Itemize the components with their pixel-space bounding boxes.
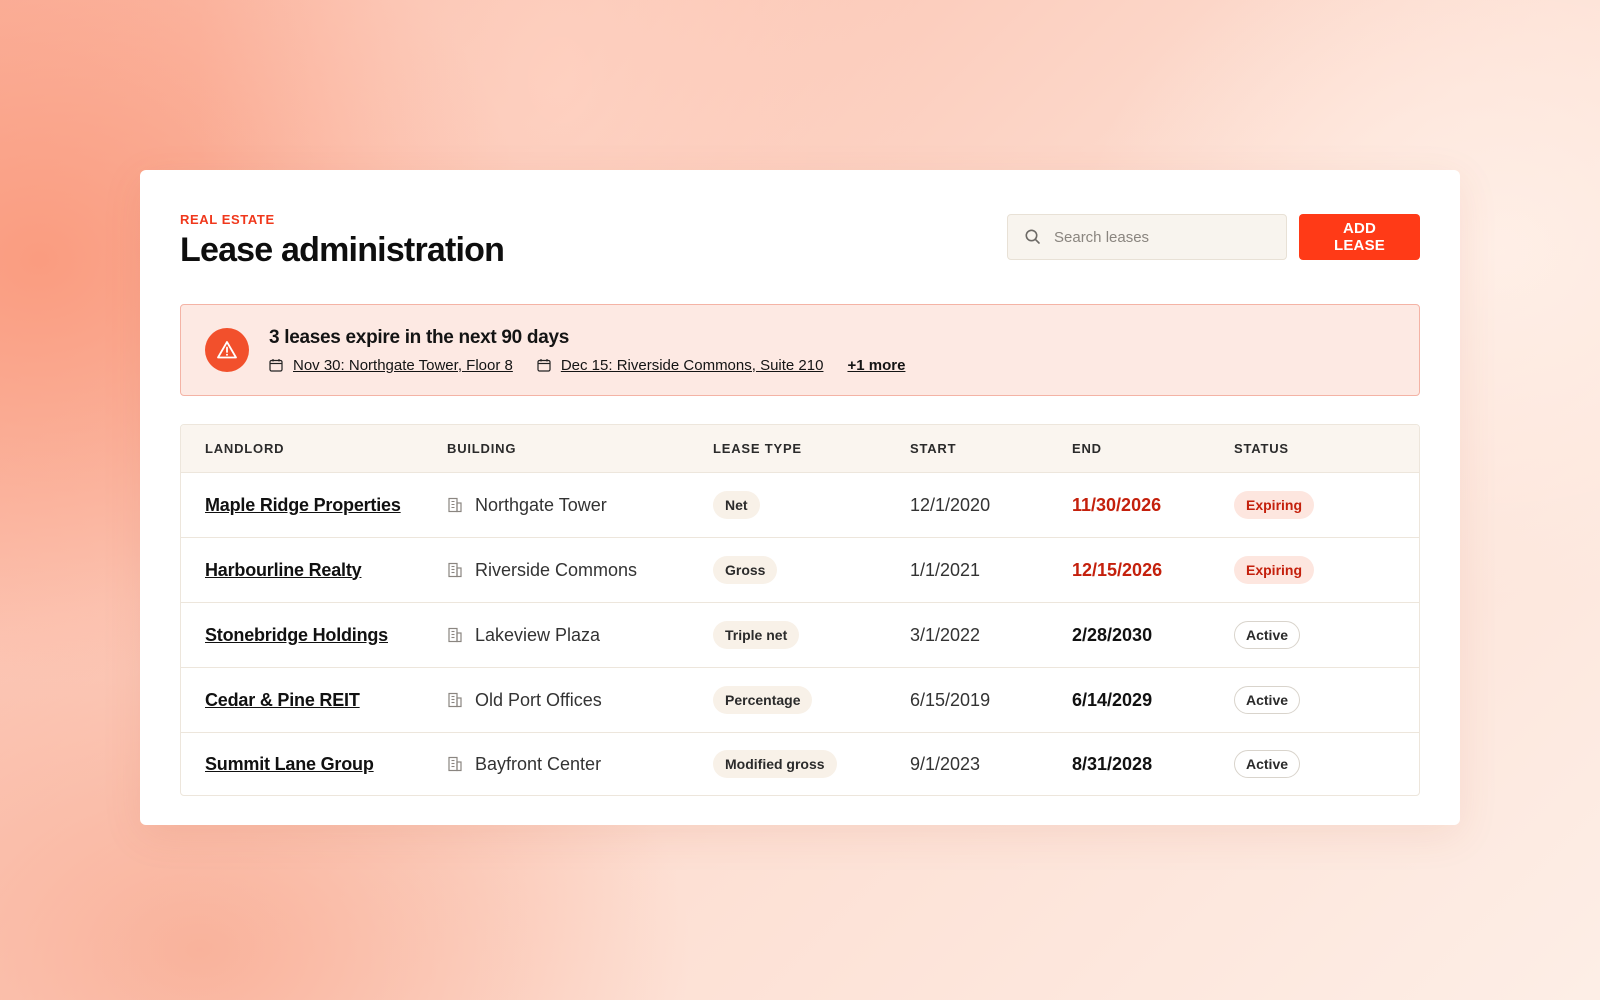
lease-type-pill: Gross: [713, 556, 778, 584]
lease-type-pill: Percentage: [713, 686, 813, 714]
end-date: 11/30/2026: [1072, 494, 1162, 515]
landlord-link[interactable]: Stonebridge Holdings: [205, 625, 388, 645]
end-date: 6/14/2029: [1072, 689, 1153, 710]
start-date: 12/1/2020: [910, 494, 991, 515]
status-badge: Active: [1234, 621, 1301, 649]
start-date: 3/1/2022: [910, 624, 981, 645]
calendar-icon: [269, 358, 283, 372]
start-date: 1/1/2021: [910, 559, 981, 580]
building-icon: [447, 497, 463, 513]
search-input[interactable]: [1054, 228, 1254, 246]
building-name: Bayfront Center: [475, 753, 602, 774]
more-expiring-link[interactable]: +1 more: [847, 357, 905, 374]
alert-link-riverside[interactable]: Dec 15: Riverside Commons, Suite 210: [537, 356, 824, 374]
column-header-building[interactable]: BUILDING: [447, 441, 713, 456]
building-icon: [447, 562, 463, 578]
building-name: Northgate Tower: [475, 494, 607, 515]
building-icon: [447, 627, 463, 643]
building-cell: Bayfront Center: [447, 754, 713, 775]
column-header-end[interactable]: END: [1072, 441, 1234, 456]
header: REAL ESTATE Lease administration ADD LEA…: [180, 210, 1420, 290]
lease-table: LANDLORD BUILDING LEASE TYPE START END S…: [180, 424, 1420, 796]
landlord-link[interactable]: Harbourline Realty: [205, 560, 362, 580]
building-name: Old Port Offices: [475, 689, 602, 710]
building-name: Lakeview Plaza: [475, 624, 601, 645]
table-row[interactable]: Maple Ridge Properties Northgate Tower N…: [181, 473, 1419, 538]
expiry-alert: 3 leases expire in the next 90 days Nov …: [180, 304, 1420, 396]
end-date: 12/15/2026: [1072, 559, 1163, 580]
column-header-start[interactable]: START: [910, 441, 1072, 456]
table-row[interactable]: Harbourline Realty Riverside Commons Gro…: [181, 538, 1419, 603]
search-icon: [1024, 228, 1042, 246]
start-date: 9/1/2023: [910, 753, 981, 774]
building-cell: Northgate Tower: [447, 495, 713, 516]
status-badge: Expiring: [1234, 491, 1315, 519]
alert-title: 3 leases expire in the next 90 days: [269, 326, 570, 348]
landlord-link[interactable]: Maple Ridge Properties: [205, 495, 401, 515]
table-row[interactable]: Cedar & Pine REIT Old Port Offices Perce…: [181, 668, 1419, 733]
status-badge: Active: [1234, 750, 1301, 778]
column-header-landlord[interactable]: LANDLORD: [181, 441, 447, 456]
start-date: 6/15/2019: [910, 689, 991, 710]
building-cell: Old Port Offices: [447, 690, 713, 711]
status-badge: Active: [1234, 686, 1301, 714]
warning-triangle-icon: [205, 328, 249, 372]
alert-link-label: Dec 15: Riverside Commons, Suite 210: [560, 356, 824, 374]
building-icon: [447, 692, 463, 708]
table-row[interactable]: Summit Lane Group Bayfront Center Modifi…: [181, 733, 1419, 795]
column-header-status[interactable]: STATUS: [1234, 441, 1419, 456]
header-actions: ADD LEASE: [1007, 214, 1420, 260]
table-row[interactable]: Stonebridge Holdings Lakeview Plaza Trip…: [181, 603, 1419, 668]
column-header-lease-type[interactable]: LEASE TYPE: [713, 441, 910, 456]
page-title: Lease administration: [180, 231, 505, 269]
alert-link-northgate[interactable]: Nov 30: Northgate Tower, Floor 8: [269, 357, 513, 374]
table-header: LANDLORD BUILDING LEASE TYPE START END S…: [181, 425, 1419, 473]
status-badge: Expiring: [1234, 556, 1315, 584]
lease-card: REAL ESTATE Lease administration ADD LEA…: [140, 170, 1460, 825]
building-name: Riverside Commons: [475, 559, 638, 580]
calendar-icon: [537, 358, 551, 372]
end-date: 8/31/2028: [1072, 753, 1153, 774]
building-cell: Lakeview Plaza: [447, 625, 713, 646]
search-box[interactable]: [1007, 214, 1287, 260]
landlord-link[interactable]: Summit Lane Group: [205, 754, 374, 774]
add-lease-button[interactable]: ADD LEASE: [1299, 214, 1420, 260]
end-date: 2/28/2030: [1072, 624, 1153, 645]
alert-content: 3 leases expire in the next 90 days Nov …: [269, 327, 905, 374]
lease-type-pill: Net: [713, 491, 760, 519]
eyebrow-label: REAL ESTATE: [180, 212, 275, 227]
alert-link-label: Nov 30: Northgate Tower, Floor 8: [293, 356, 513, 374]
lease-type-pill: Modified gross: [713, 750, 837, 778]
landlord-link[interactable]: Cedar & Pine REIT: [205, 690, 360, 710]
building-icon: [447, 756, 463, 772]
alert-links: Nov 30: Northgate Tower, Floor 8 Dec 15:…: [269, 357, 905, 374]
building-cell: Riverside Commons: [447, 560, 713, 581]
title-block: REAL ESTATE Lease administration: [180, 210, 505, 270]
lease-type-pill: Triple net: [713, 621, 800, 649]
